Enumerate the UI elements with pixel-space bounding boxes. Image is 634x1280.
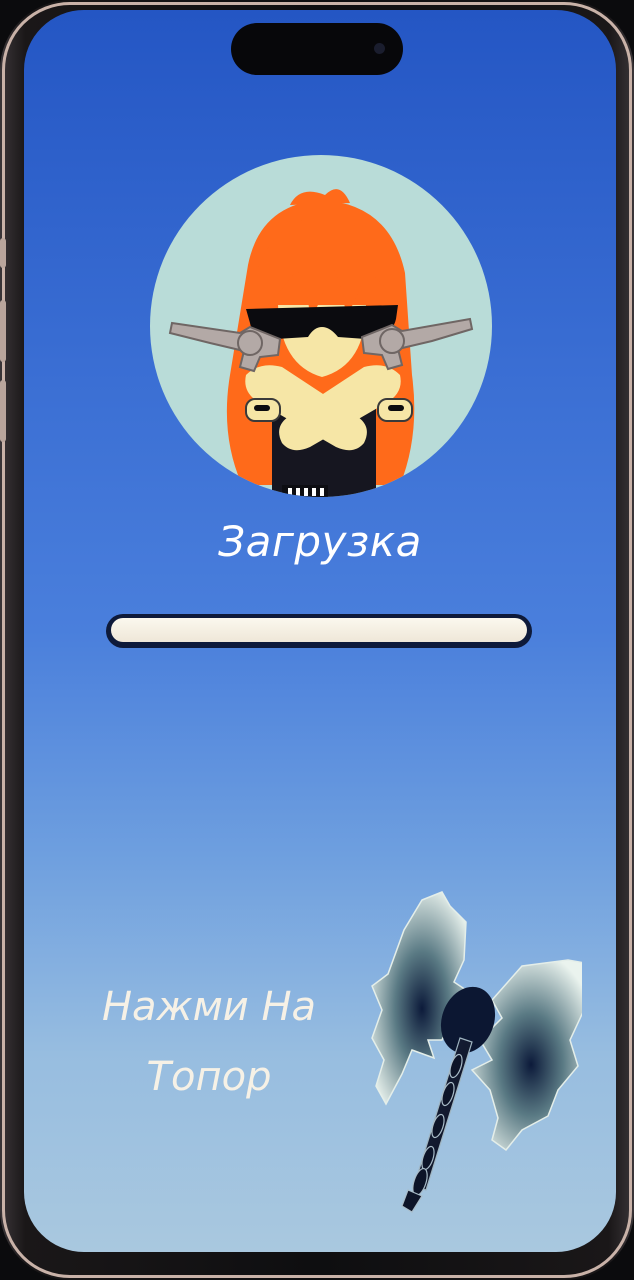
side-button-silent	[0, 238, 6, 268]
loading-progress-bar	[106, 614, 532, 648]
phone-frame: Загрузка Нажми На Топор	[0, 0, 634, 1280]
dynamic-island	[231, 23, 403, 75]
loading-label: Загрузка	[218, 517, 422, 566]
tap-axe-hint-line2: Топор	[146, 1054, 272, 1100]
side-button-volume-up	[0, 300, 6, 362]
avatar-gunslinger-icon	[150, 155, 492, 497]
app-screen: Загрузка Нажми На Топор	[24, 10, 616, 1252]
axe-icon[interactable]	[342, 890, 582, 1220]
loading-progress-fill	[111, 618, 527, 642]
tap-axe-hint-line1: Нажми На	[101, 984, 317, 1030]
tap-axe-hint: Нажми На Топор	[64, 972, 354, 1112]
side-button-volume-down	[0, 380, 6, 442]
camera-icon	[374, 43, 385, 54]
